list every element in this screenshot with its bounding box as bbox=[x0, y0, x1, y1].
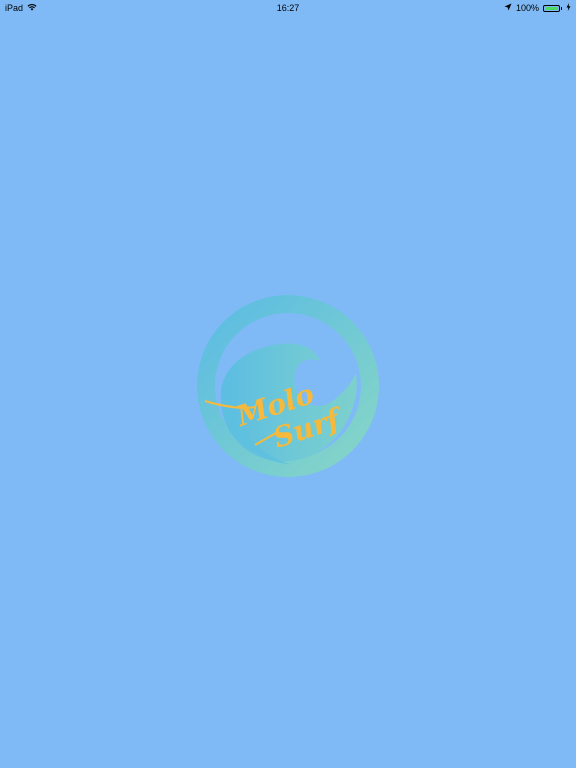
battery-level-fill bbox=[545, 6, 558, 10]
status-bar: iPad 16:27 100% bbox=[0, 0, 576, 16]
battery-percent: 100% bbox=[515, 3, 539, 13]
charging-icon bbox=[566, 3, 571, 13]
battery-icon bbox=[543, 4, 562, 12]
clock: 16:27 bbox=[276, 3, 300, 13]
app-logo: Molo Surf bbox=[195, 293, 381, 479]
status-right: 100% bbox=[504, 3, 571, 13]
location-icon bbox=[504, 3, 512, 13]
